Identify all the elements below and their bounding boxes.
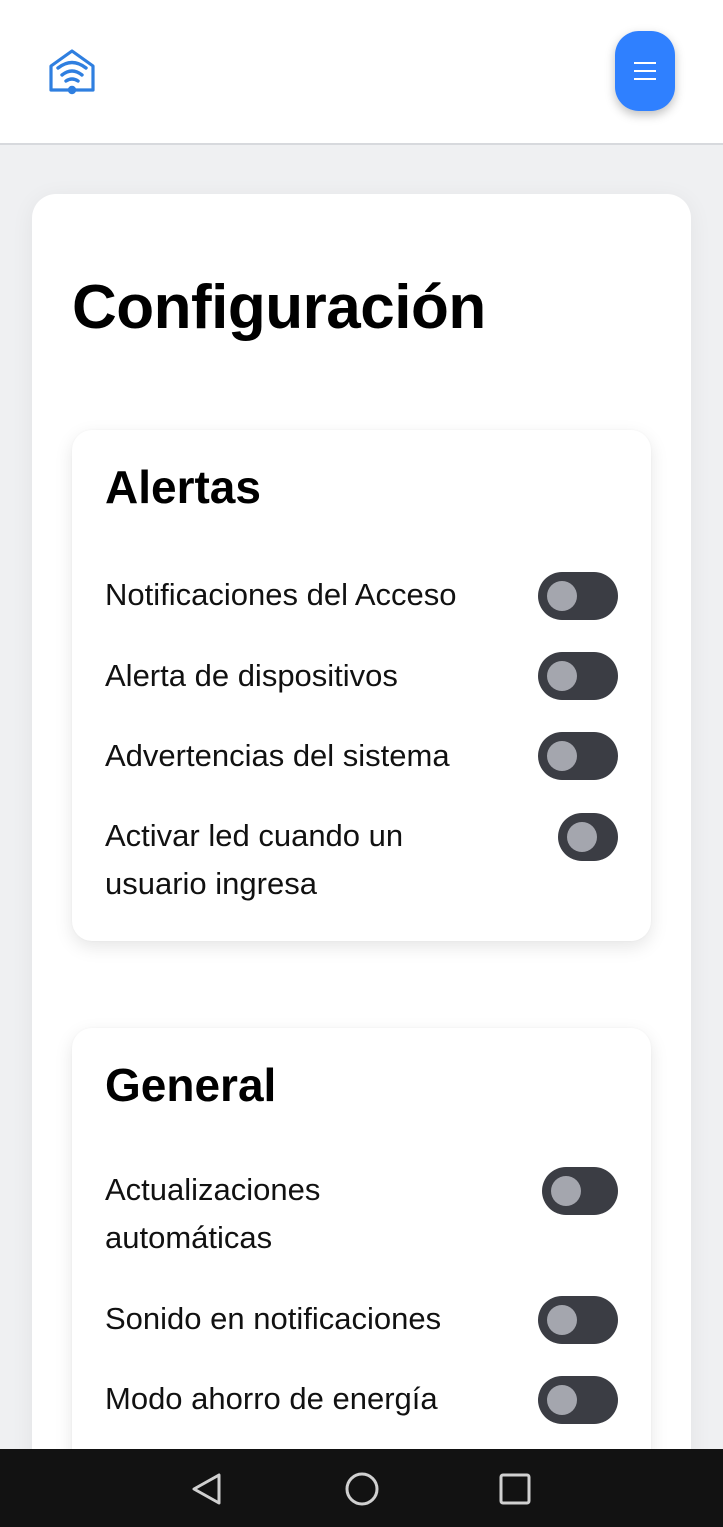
hamburger-menu-icon: [634, 62, 656, 80]
system-warnings-toggle[interactable]: [538, 732, 618, 780]
setting-label: Actualizaciones automáticas: [105, 1172, 321, 1255]
setting-label: Modo ahorro de energía: [105, 1381, 438, 1416]
general-section: General Actualizaciones automáticas Soni…: [72, 1028, 651, 1508]
setting-label: Advertencias del sistema: [105, 738, 450, 773]
wifi-house-icon[interactable]: [46, 46, 98, 98]
toggle-knob: [547, 1385, 577, 1415]
alerts-section: Alertas Notificaciones del Acceso Alerta…: [72, 430, 651, 941]
notifications-access-toggle[interactable]: [538, 572, 618, 620]
power-saving-toggle[interactable]: [538, 1376, 618, 1424]
menu-button[interactable]: [615, 31, 675, 111]
page-title: Configuración: [72, 273, 486, 342]
back-triangle-icon[interactable]: [186, 1469, 226, 1509]
top-app-bar: [0, 0, 723, 145]
home-circle-icon[interactable]: [342, 1469, 382, 1509]
toggle-knob: [547, 661, 577, 691]
setting-label: Alerta de dispositivos: [105, 658, 398, 693]
setting-label: Notificaciones del Acceso: [105, 577, 457, 612]
notification-sound-toggle[interactable]: [538, 1296, 618, 1344]
toggle-knob: [547, 581, 577, 611]
section-title-alerts: Alertas: [105, 461, 261, 513]
section-title-general: General: [105, 1059, 277, 1111]
setting-label: Activar led cuando un usuario ingresa: [105, 818, 404, 901]
toggle-knob: [547, 1305, 577, 1335]
user-led-toggle[interactable]: [558, 813, 618, 861]
toggle-knob: [547, 741, 577, 771]
toggle-knob: [567, 822, 597, 852]
setting-label: Sonido en notificaciones: [105, 1301, 442, 1336]
system-navigation-bar: [0, 1449, 723, 1527]
device-alert-toggle[interactable]: [538, 652, 618, 700]
toggle-knob: [551, 1176, 581, 1206]
auto-updates-toggle[interactable]: [542, 1167, 618, 1215]
recents-square-icon[interactable]: [495, 1469, 535, 1509]
